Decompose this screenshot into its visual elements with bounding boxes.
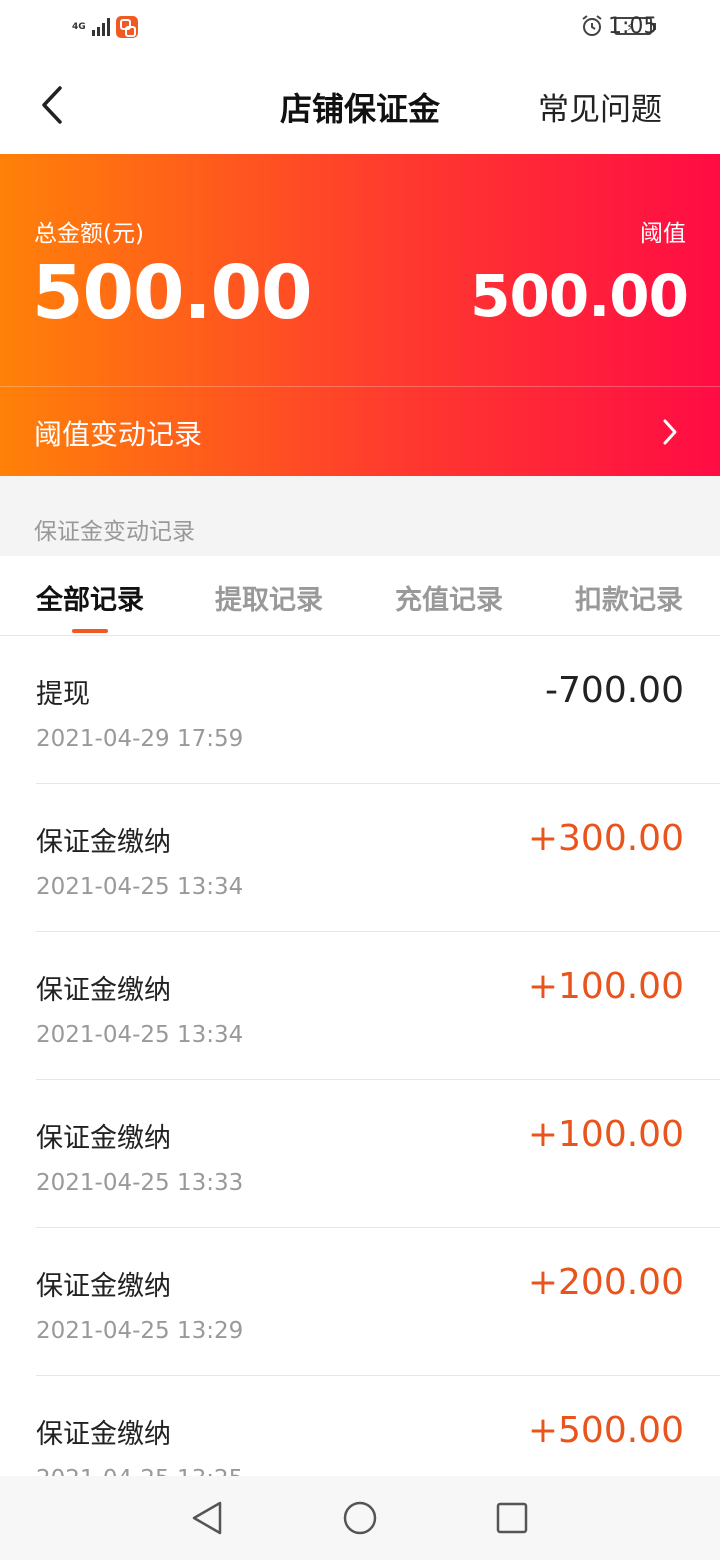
record-date: 2021-04-25 13:34 bbox=[36, 874, 244, 900]
nav-recent-icon[interactable] bbox=[496, 1502, 528, 1534]
record-item[interactable]: 保证金缴纳 2021-04-25 13:34 +100.00 bbox=[0, 932, 720, 1080]
tab-deduction-records[interactable]: 扣款记录 bbox=[575, 578, 683, 617]
record-date: 2021-04-25 13:29 bbox=[36, 1318, 244, 1344]
network-type: 4G bbox=[72, 22, 86, 32]
record-item[interactable]: 保证金缴纳 2021-04-25 13:33 +100.00 bbox=[0, 1080, 720, 1228]
faq-link[interactable]: 常见问题 bbox=[538, 84, 662, 129]
record-amount: -700.00 bbox=[545, 670, 684, 711]
record-date: 2021-04-25 13:33 bbox=[36, 1170, 244, 1196]
system-nav-bar bbox=[0, 1476, 720, 1560]
record-title: 保证金缴纳 bbox=[36, 1271, 171, 1302]
deposit-banner: 总金额(元) 500.00 阈值 500.00 阈值变动记录 bbox=[0, 154, 720, 476]
active-tab-indicator bbox=[72, 629, 108, 633]
tab-all-records[interactable]: 全部记录 bbox=[36, 578, 144, 617]
network-label: 4G bbox=[72, 22, 86, 32]
status-bar: 4G ⚡ 1:05 bbox=[0, 0, 720, 56]
nav-home-icon[interactable] bbox=[343, 1501, 377, 1535]
record-item[interactable]: 保证金缴纳 2021-04-25 13:29 +200.00 bbox=[0, 1228, 720, 1376]
record-date: 2021-04-25 13:25 bbox=[36, 1466, 243, 1476]
record-item[interactable]: 保证金缴纳 2021-04-25 13:34 +300.00 bbox=[0, 784, 720, 932]
nav-back-icon[interactable] bbox=[190, 1500, 224, 1536]
record-amount: +500.00 bbox=[527, 1410, 684, 1451]
threshold-value: 500.00 bbox=[470, 262, 689, 330]
record-title: 保证金缴纳 bbox=[36, 827, 171, 858]
section-label: 保证金变动记录 bbox=[34, 519, 195, 545]
record-amount: +300.00 bbox=[527, 818, 684, 859]
record-title: 保证金缴纳 bbox=[36, 1123, 171, 1154]
app-header: 店铺保证金 常见问题 bbox=[0, 56, 720, 154]
threshold-history-label: 阈值变动记录 bbox=[34, 418, 203, 451]
total-amount-label: 总金额(元) bbox=[34, 221, 144, 247]
threshold-label: 阈值 bbox=[640, 221, 686, 247]
tab-withdraw-records[interactable]: 提取记录 bbox=[215, 578, 323, 617]
alarm-icon bbox=[582, 15, 602, 36]
chevron-right-icon bbox=[663, 419, 677, 445]
section-header: 保证金变动记录 bbox=[0, 476, 720, 556]
status-left: 4G bbox=[72, 16, 138, 38]
record-title: 保证金缴纳 bbox=[36, 975, 171, 1006]
record-tabs: 全部记录 提取记录 充值记录 扣款记录 bbox=[0, 556, 720, 636]
tab-recharge-records[interactable]: 充值记录 bbox=[395, 578, 503, 617]
record-title: 保证金缴纳 bbox=[36, 1419, 171, 1450]
record-amount: +100.00 bbox=[527, 966, 684, 1007]
records-list[interactable]: 提现 2021-04-29 17:59 -700.00 保证金缴纳 2021-0… bbox=[0, 636, 720, 1476]
app-notification-icon bbox=[115, 16, 138, 38]
record-item[interactable]: 保证金缴纳 2021-04-25 13:25 +500.00 bbox=[0, 1376, 720, 1476]
status-time: 1:05 bbox=[608, 14, 658, 39]
record-amount: +100.00 bbox=[527, 1114, 684, 1155]
total-amount-value: 500.00 bbox=[32, 250, 313, 336]
record-date: 2021-04-25 13:34 bbox=[36, 1022, 244, 1048]
record-amount: +200.00 bbox=[527, 1262, 684, 1303]
record-date: 2021-04-29 17:59 bbox=[36, 726, 244, 752]
record-title: 提现 bbox=[36, 679, 90, 710]
signal-icon bbox=[91, 18, 110, 36]
threshold-history-row[interactable]: 阈值变动记录 bbox=[0, 387, 720, 476]
record-item[interactable]: 提现 2021-04-29 17:59 -700.00 bbox=[0, 636, 720, 784]
